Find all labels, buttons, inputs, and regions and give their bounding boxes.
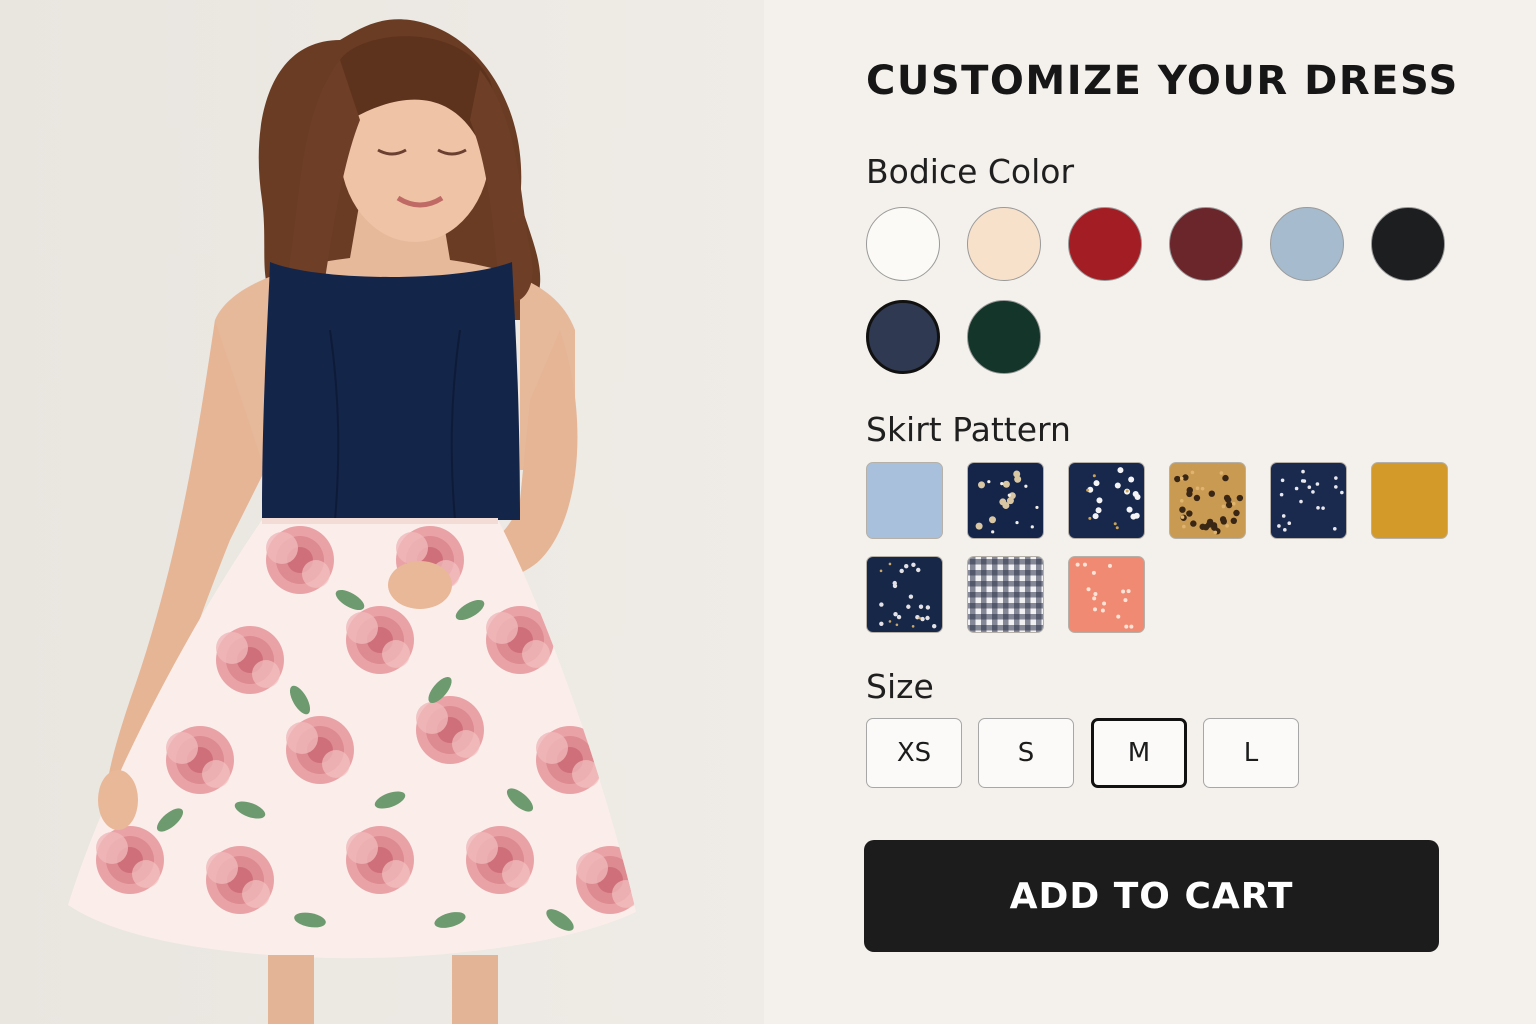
bodice-swatch-navy[interactable] [866, 300, 940, 374]
size-button-xs[interactable]: XS [866, 718, 962, 788]
skirt-pattern-navy-white-floral[interactable] [1068, 462, 1145, 539]
skirt-pattern-coral-floral[interactable] [1068, 556, 1145, 633]
skirt-pattern-leopard[interactable] [1169, 462, 1246, 539]
skirt-pattern-navy-gold-floral[interactable] [967, 462, 1044, 539]
skirt-pattern-navy-small-floral[interactable] [866, 556, 943, 633]
skirt-pattern-label: Skirt Pattern [866, 410, 1071, 449]
bodice-swatch-forest-green[interactable] [967, 300, 1041, 374]
bodice-swatch-light-blue[interactable] [1270, 207, 1344, 281]
bodice-swatch-blush[interactable] [967, 207, 1041, 281]
skirt-pattern-mustard-solid[interactable] [1371, 462, 1448, 539]
product-photo [0, 0, 764, 1024]
bodice-color-label: Bodice Color [866, 152, 1075, 191]
size-button-s[interactable]: S [978, 718, 1074, 788]
model-wearing-dress-image [0, 0, 764, 1024]
size-label: Size [866, 667, 934, 706]
skirt-pattern-light-blue-solid[interactable] [866, 462, 943, 539]
bodice-swatch-red[interactable] [1068, 207, 1142, 281]
customizer-panel: CUSTOMIZE YOUR DRESS Bodice Color Skirt … [764, 0, 1536, 1024]
bodice-swatch-black[interactable] [1371, 207, 1445, 281]
bodice-swatch-ivory[interactable] [866, 207, 940, 281]
add-to-cart-button[interactable]: ADD TO CART [864, 840, 1439, 952]
skirt-pattern-gingham[interactable] [967, 556, 1044, 633]
size-button-l[interactable]: L [1203, 718, 1299, 788]
skirt-pattern-navy-ditsy-floral[interactable] [1270, 462, 1347, 539]
size-button-m[interactable]: M [1091, 718, 1187, 788]
bodice-swatch-burgundy[interactable] [1169, 207, 1243, 281]
page-title: CUSTOMIZE YOUR DRESS [866, 58, 1459, 104]
